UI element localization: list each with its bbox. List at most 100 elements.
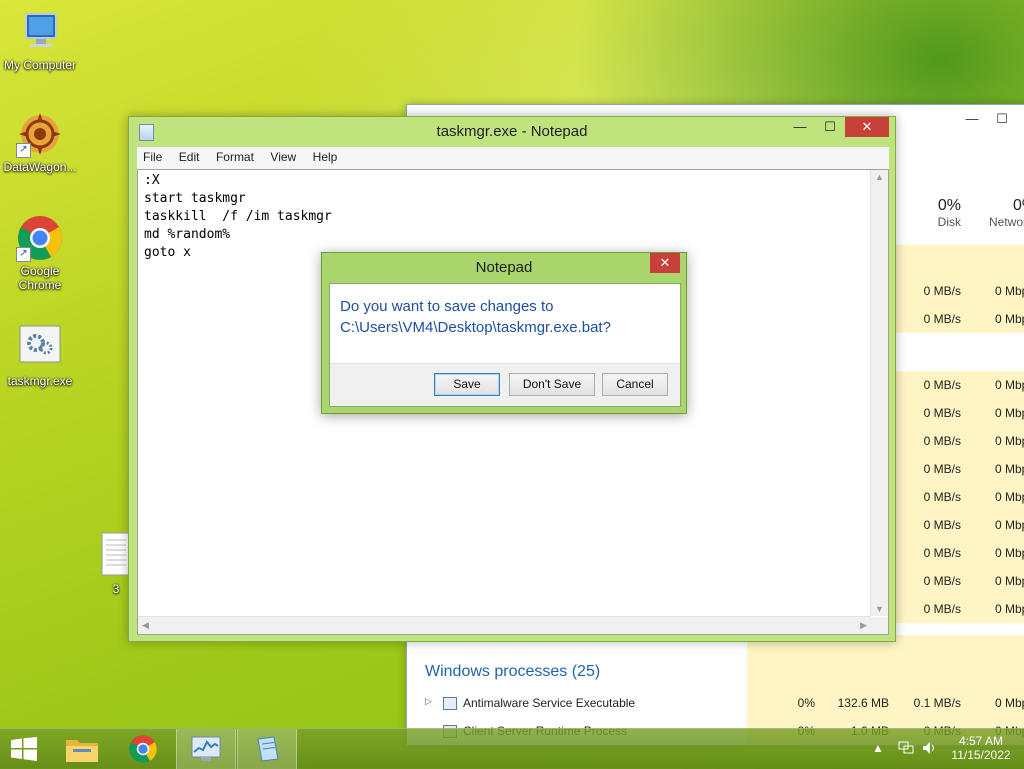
scroll-right-icon[interactable]: ▶ [860,620,867,631]
disk-cell: 0 MB/s [923,406,961,420]
disk-column-label: Disk [937,215,961,229]
show-hidden-icons-icon[interactable]: ▲ [872,741,884,755]
windows-processes-group[interactable]: Windows processes (25) [425,663,600,681]
network-icon [898,741,914,754]
network-cell: 0 Mbps [995,434,1024,448]
dialog-message-line-2: C:\Users\VM4\Desktop\taskmgr.exe.bat? [340,319,611,336]
network-usage-total: 0% [1013,197,1024,214]
disk-cell: 0 MB/s [923,378,961,392]
dont-save-button[interactable]: Don't Save [509,373,595,396]
network-cell: 0 Mbps [995,406,1024,420]
scroll-left-icon[interactable]: ◀ [142,620,149,631]
network-column-label: Network [989,215,1024,229]
network-cell: 0 Mbps [995,284,1024,298]
horizontal-scrollbar[interactable]: ◀ ▶ [138,616,871,634]
expand-chevron-icon[interactable]: ▷ [425,696,432,707]
disk-cell: 0 MB/s [923,602,961,616]
file-explorer-icon [66,740,98,762]
desktop-icon-label: Google Chrome [18,264,62,292]
disk-cell: 0 MB/s [923,546,961,560]
desktop-icon-my-computer[interactable]: My Computer [0,8,80,72]
network-cell: 0 Mbps [995,312,1024,326]
dialog-message-line-1: Do you want to save changes to [340,298,554,315]
start-button[interactable] [0,729,58,769]
column-disk[interactable]: 0% Disk [895,197,961,229]
maximize-button[interactable]: ☐ [815,117,845,137]
menu-bar: File Edit Format View Help [137,147,889,169]
desktop-icon-taskmgr-exe[interactable]: taskmgr.exe [0,324,80,388]
desktop-icon-chrome[interactable]: ↗ Google Chrome [0,214,80,292]
dialog-close-button[interactable]: ✕ [650,253,680,273]
network-cell: 0 Mbps [995,518,1024,532]
save-changes-dialog[interactable]: Notepad ✕ Do you want to save changes to… [321,252,687,414]
disk-cell: 0.1 MB/s [913,696,961,710]
cancel-button[interactable]: Cancel [602,373,668,396]
close-button[interactable]: ✕ [845,117,889,137]
disk-cell: 0 MB/s [923,284,961,298]
desktop-icon-datawagon[interactable]: ↗ DataWagon... [0,110,80,174]
chrome-icon: ↗ [16,214,64,262]
taskbar-chrome[interactable] [115,729,173,769]
disk-usage-total: 0% [937,197,961,214]
disk-cell: 0 MB/s [923,434,961,448]
dialog-message: Do you want to save changes to C:\Users\… [340,296,611,338]
text-file-icon [101,532,131,580]
shortcut-arrow-icon: ↗ [16,143,31,158]
scroll-down-icon[interactable]: ▼ [875,604,884,614]
network-cell: 0 Mbps [995,574,1024,588]
notepad-title: taskmgr.exe - Notepad [436,123,588,140]
task-manager-icon [191,736,221,761]
dialog-button-bar: Save Don't Save Cancel [330,363,680,406]
vertical-scrollbar[interactable]: ▲ ▼ [870,170,888,616]
cpu-cell: 0% [797,696,815,710]
disk-cell: 0 MB/s [923,312,961,326]
datawagon-icon: ↗ [16,110,64,158]
notepad-icon [257,736,279,762]
chrome-icon [129,735,157,763]
column-network[interactable]: 0% Network [979,197,1024,229]
taskbar: ▲ 4:57 AM 11/15/2022 [0,728,1024,769]
disk-cell: 0 MB/s [923,518,961,532]
clock[interactable]: 4:57 AM 11/15/2022 [948,734,1014,762]
clock-time: 4:57 AM [958,734,1004,748]
taskbar-file-explorer[interactable] [56,729,114,769]
desktop-icon-label: DataWagon... [3,160,77,174]
menu-help[interactable]: Help [307,147,344,164]
network-cell: 0 Mbps [995,378,1024,392]
process-icon [443,697,457,710]
network-cell: 0 Mbps [995,546,1024,560]
process-name: Antimalware Service Executable [463,696,636,710]
disk-cell: 0 MB/s [923,490,961,504]
minimize-button[interactable]: — [785,117,815,137]
dialog-title: Notepad [475,259,533,276]
volume-icon [923,742,934,754]
disk-cell: 0 MB/s [923,574,961,588]
network-cell: 0 Mbps [995,602,1024,616]
process-row[interactable]: ▷ Antimalware Service Executable 0% 132.6 M… [407,689,1024,717]
menu-file[interactable]: File [137,147,168,164]
scroll-up-icon[interactable]: ▲ [875,172,884,182]
menu-edit[interactable]: Edit [173,147,206,164]
dialog-body: Do you want to save changes to C:\Users\… [329,283,681,407]
desktop-icon-label: taskmgr.exe [7,374,73,388]
start-icon [11,737,37,761]
desktop-icon-label: My Computer [3,58,77,72]
network-cell: 0 Mbps [995,490,1024,504]
clock-date: 11/15/2022 [951,748,1011,762]
menu-view[interactable]: View [264,147,302,164]
network-cell: 0 Mbps [995,696,1024,710]
memory-cell: 132.6 MB [837,696,889,710]
task-manager-window-controls: — ☐ [957,111,1017,127]
network-cell: 0 Mbps [995,462,1024,476]
taskbar-notepad[interactable] [237,729,297,769]
batch-file-icon [16,324,64,372]
menu-format[interactable]: Format [210,147,260,164]
minimize-button[interactable]: — [957,111,987,126]
size-grip[interactable] [871,617,888,634]
maximize-button[interactable]: ☐ [987,111,1017,127]
disk-cell: 0 MB/s [923,462,961,476]
computer-icon [16,8,64,56]
save-button[interactable]: Save [434,373,500,396]
editor-content[interactable]: :X start taskmgr taskkill /f /im taskmgr… [138,170,888,264]
taskbar-task-manager[interactable] [176,729,236,769]
